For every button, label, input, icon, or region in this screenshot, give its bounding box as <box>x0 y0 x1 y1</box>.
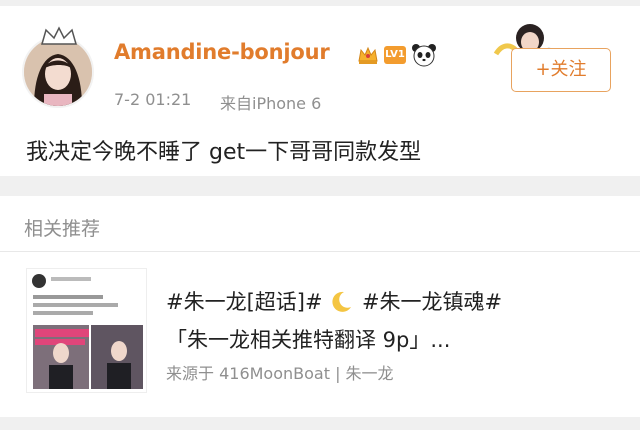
related-tags[interactable]: #朱一龙[超话]# #朱一龙镇魂# <box>166 286 502 316</box>
related-title[interactable]: 「朱一龙相关推特翻译 9p」... <box>166 324 450 354</box>
username[interactable]: Amandine-bonjour <box>114 40 330 64</box>
moon-icon <box>332 291 352 312</box>
post-source: 来自iPhone 6 <box>220 94 322 113</box>
related-tag-1[interactable]: #朱一龙[超话]# <box>166 290 323 314</box>
weibo-page: Amandine-bonjour LV1 7-2 01:21 来自iPhone … <box>0 0 640 430</box>
related-tag-2[interactable]: #朱一龙镇魂# <box>362 290 502 314</box>
panda-icon <box>412 44 436 67</box>
post-content: 我决定今晚不睡了 get一下哥哥同款发型 <box>26 140 422 165</box>
level-badge: LV1 <box>384 46 406 64</box>
avatar[interactable] <box>22 36 94 108</box>
post-timestamp: 7-2 01:21 <box>114 90 192 109</box>
related-source: 来源于 416MoonBoat | 朱一龙 <box>166 364 394 383</box>
crown-icon <box>358 46 378 64</box>
related-thumbnail[interactable] <box>26 268 147 393</box>
post-card: Amandine-bonjour LV1 7-2 01:21 来自iPhone … <box>0 6 640 176</box>
divider <box>0 251 640 252</box>
section-title: 相关推荐 <box>24 218 101 240</box>
cat-ears-sticker-icon <box>41 26 77 45</box>
follow-button[interactable]: +关注 <box>511 48 611 92</box>
